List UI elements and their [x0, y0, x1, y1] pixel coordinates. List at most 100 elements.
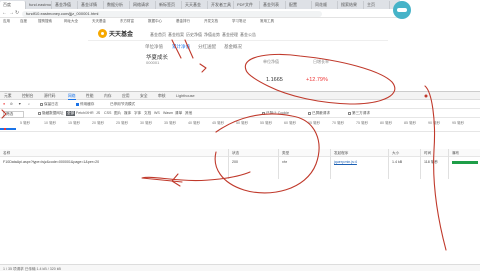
site-nav-item[interactable]: 基金公告	[240, 32, 256, 38]
browser-tab[interactable]: 搜索结果	[338, 1, 364, 9]
filter-input[interactable]: 筛选	[3, 111, 25, 118]
filter-type[interactable]: 文档	[144, 111, 151, 116]
bookmarks-bar: 应用 百度 搜狗搜索 网址大全 天天基金 东方财富 数据中心 基金排行 开发文档…	[0, 18, 340, 25]
avatar[interactable]	[393, 1, 411, 19]
search-icon[interactable]: ⌕	[28, 102, 30, 106]
devtools-tab[interactable]: 源代码	[44, 94, 55, 99]
browser-tab[interactable]: 主页	[364, 1, 390, 9]
timeline-tick: 85 毫秒	[404, 121, 417, 125]
filter-type[interactable]: Fetch/XHR	[76, 111, 94, 115]
devtools-tab[interactable]: 元素	[4, 94, 12, 99]
browser-tab[interactable]: 百度	[0, 1, 26, 9]
timeline-tick: 70 毫秒	[332, 121, 345, 125]
browser-tab[interactable]: 同花顺	[312, 1, 338, 9]
clear-icon[interactable]: ⊘	[10, 102, 13, 106]
column-header-initiator[interactable]: 发起程序	[334, 151, 348, 156]
reload-icon[interactable]: ↻	[15, 11, 19, 16]
devtools-tab[interactable]: Lighthouse	[176, 94, 195, 98]
site-nav-item[interactable]: 基金经理	[222, 32, 238, 38]
hide-data-urls-checkbox[interactable]: 隐藏数据网址	[38, 111, 64, 116]
disable-cache-checkbox[interactable]: 停用缓存	[76, 102, 94, 107]
column-header-size[interactable]: 大小	[392, 151, 399, 156]
column-header-name[interactable]: 名称	[3, 151, 10, 156]
browser-tab[interactable]: fund.eastmoney.com	[26, 1, 52, 9]
section-tab-active[interactable]: 累计净值	[172, 44, 190, 50]
network-timeline[interactable]: 5 毫秒 10 毫秒 15 毫秒 20 毫秒 25 毫秒 30 毫秒 35 毫秒…	[0, 118, 480, 132]
devtools-tab[interactable]: 安全	[140, 94, 148, 99]
timeline-request-bar	[0, 128, 16, 130]
filter-type-all[interactable]: 全部	[66, 111, 76, 116]
filter-type[interactable]: CSS	[104, 111, 111, 115]
bookmark-item[interactable]: 基金排行	[176, 19, 190, 24]
throttling-select[interactable]: 已停用节流模式	[110, 102, 135, 107]
waterfall-bar	[452, 160, 478, 164]
devtools-tab[interactable]: 控制台	[22, 94, 33, 99]
browser-tab[interactable]: 基金详情	[78, 1, 104, 9]
blocked-requests-checkbox[interactable]: 已屏蔽请求	[308, 111, 330, 116]
column-header-waterfall[interactable]: 瀑布	[452, 151, 459, 156]
table-row[interactable]: F10DataApi.aspx?type=lsjz&code=000001&pa…	[0, 158, 480, 166]
filter-type[interactable]: Wasm	[163, 111, 173, 115]
section-tab[interactable]: 单位净值	[145, 44, 163, 50]
devtools-tab[interactable]: 应用	[122, 94, 130, 99]
section-tab[interactable]: 分红送配	[198, 44, 216, 50]
forward-icon[interactable]: →	[9, 11, 14, 16]
browser-tab[interactable]: 开发者工具	[208, 1, 234, 9]
url-input[interactable]: fundf10.eastmoney.com/jjjz_000001.html	[22, 10, 322, 17]
filter-type[interactable]: 字体	[134, 111, 141, 116]
timeline-tick: 90 毫秒	[428, 121, 441, 125]
filter-type[interactable]: 其他	[185, 111, 192, 116]
browser-tab[interactable]: 基金净值	[52, 1, 78, 9]
blocked-cookies-checkbox[interactable]: 已阻止 Cookie	[262, 111, 289, 116]
bookmark-item[interactable]: 常用工具	[260, 19, 274, 24]
filter-type[interactable]: WS	[154, 111, 160, 115]
site-nav-item[interactable]: 基金档案	[168, 32, 184, 38]
browser-tab[interactable]: 新标签页	[156, 1, 182, 9]
bookmark-item[interactable]: 应用	[3, 19, 10, 24]
browser-tab[interactable]: 数据分析	[104, 1, 130, 9]
filter-type[interactable]: 清单	[175, 111, 182, 116]
network-filter-bar: 筛选 隐藏数据网址 全部 Fetch/XHR JS CSS 图片 媒体 字体 文…	[0, 109, 480, 118]
filter-type[interactable]: JS	[96, 111, 100, 115]
address-bar: ← → ↻ fundf10.eastmoney.com/jjjz_000001.…	[0, 9, 400, 18]
bookmark-item[interactable]: 数据中心	[148, 19, 162, 24]
request-initiator-link[interactable]: jquery.min.js:4	[334, 160, 357, 164]
bookmark-item[interactable]: 开发文档	[204, 19, 218, 24]
preserve-log-checkbox[interactable]: 保留日志	[40, 102, 58, 107]
browser-tab[interactable]: 网络请求	[130, 1, 156, 9]
record-icon[interactable]: ●	[3, 102, 5, 106]
bookmark-item[interactable]: 搜狗搜索	[38, 19, 52, 24]
devtools-tab[interactable]: 审核	[158, 94, 166, 99]
timeline-tick: 20 毫秒	[92, 121, 105, 125]
column-header-time[interactable]: 时间	[424, 151, 431, 156]
bookmark-item[interactable]: 学习笔记	[232, 19, 246, 24]
third-party-checkbox[interactable]: 第三方请求	[348, 111, 370, 116]
bookmark-item[interactable]: 网址大全	[64, 19, 78, 24]
site-nav-item[interactable]: 净值走势	[204, 32, 220, 38]
bookmark-item[interactable]: 百度	[20, 19, 27, 24]
request-name[interactable]: F10DataApi.aspx?type=lsjz&code=000001&pa…	[3, 160, 99, 164]
back-icon[interactable]: ←	[2, 11, 7, 16]
timeline-tick: 10 毫秒	[44, 121, 57, 125]
filter-type[interactable]: 图片	[114, 111, 121, 116]
site-nav-item[interactable]: 历史净值	[186, 32, 202, 38]
section-tab[interactable]: 基金概况	[224, 44, 242, 50]
site-nav-item[interactable]: 基金首页	[150, 32, 166, 38]
devtools-tab[interactable]: 内存	[104, 94, 112, 99]
browser-tab[interactable]: 配置	[286, 1, 312, 9]
filter-type[interactable]: 媒体	[124, 111, 131, 116]
column-divider	[448, 149, 449, 179]
bookmark-item[interactable]: 天天基金	[92, 19, 106, 24]
filter-icon[interactable]: ▼	[18, 102, 22, 106]
timeline-tick: 40 毫秒	[188, 121, 201, 125]
column-header-status[interactable]: 状态	[232, 151, 239, 156]
browser-tab[interactable]: PDF文件	[234, 1, 260, 9]
bookmark-item[interactable]: 东方财富	[120, 19, 134, 24]
column-divider	[278, 149, 279, 179]
browser-tab[interactable]: 基金列表	[260, 1, 286, 9]
column-header-type[interactable]: 类型	[282, 151, 289, 156]
browser-tab[interactable]: 天天基金	[182, 1, 208, 9]
devtools-tab[interactable]: 性能	[86, 94, 94, 99]
nav-value: 1.1665	[266, 77, 283, 83]
site-logo[interactable]: 天天基金	[98, 28, 133, 39]
